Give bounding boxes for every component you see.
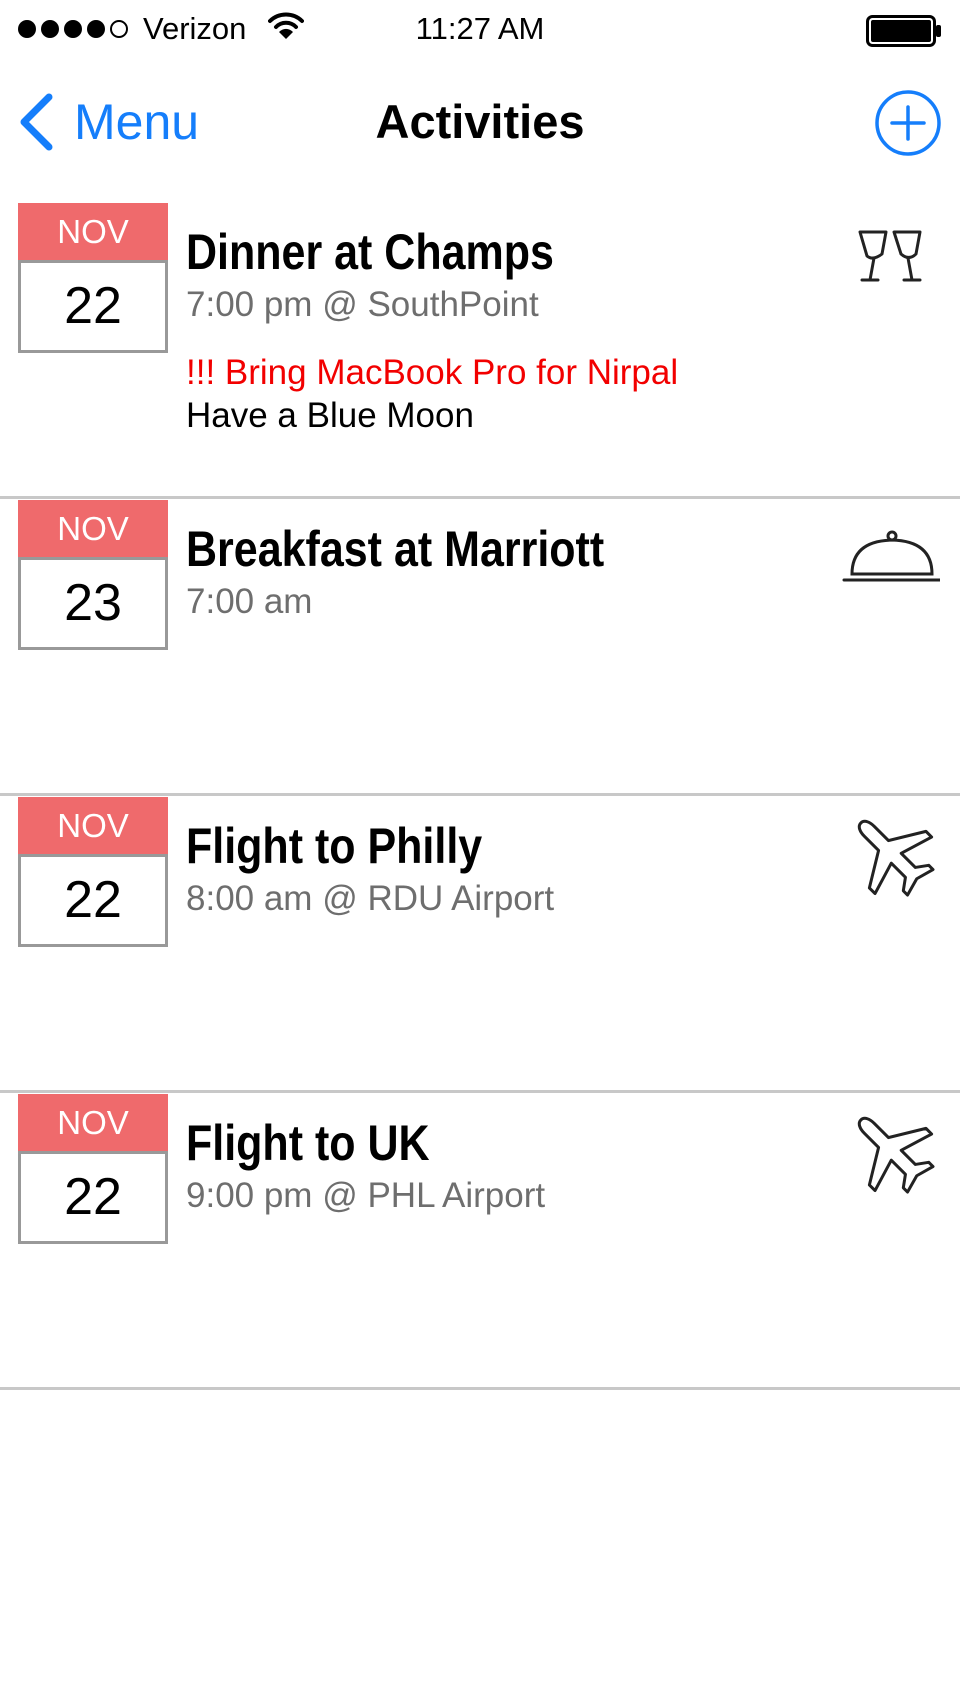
airplane-icon — [840, 1111, 940, 1201]
navigation-bar: Menu Activities — [0, 60, 960, 190]
date-day: 22 — [64, 1168, 122, 1226]
status-time: 11:27 AM — [415, 11, 545, 46]
food-cloche-icon — [840, 517, 940, 607]
plus-circle-icon — [874, 89, 942, 157]
activity-title: Breakfast at Marriott — [186, 521, 605, 577]
calendar-date-badge: NOV 23 — [18, 500, 168, 650]
activity-time: 7:00 am — [186, 582, 313, 621]
date-day: 22 — [64, 277, 122, 335]
activity-note: Have a Blue Moon — [186, 396, 474, 435]
date-month: NOV — [18, 203, 168, 260]
date-day: 22 — [64, 871, 122, 929]
add-activity-button[interactable] — [874, 89, 942, 157]
activity-title: Dinner at Champs — [186, 224, 554, 280]
activity-note-alert: !!! Bring MacBook Pro for Nirpal — [186, 353, 679, 392]
activity-row[interactable]: NOV 22 Flight to Philly 8:00 am @ RDU Ai… — [0, 796, 960, 1093]
battery-full-icon — [866, 15, 942, 52]
activity-row[interactable]: NOV 22 Dinner at Champs 7:00 pm @ SouthP… — [0, 202, 960, 499]
activity-list: NOV 22 Dinner at Champs 7:00 pm @ SouthP… — [0, 202, 960, 1390]
date-month: NOV — [18, 797, 168, 854]
airplane-icon — [840, 814, 940, 904]
date-month: NOV — [18, 1094, 168, 1151]
activity-time: 7:00 pm @ SouthPoint — [186, 285, 539, 324]
activity-row[interactable]: NOV 23 Breakfast at Marriott 7:00 am — [0, 499, 960, 796]
activity-title: Flight to UK — [186, 1115, 430, 1171]
wine-glasses-icon — [840, 220, 940, 310]
date-day: 23 — [64, 574, 122, 632]
activity-time: 8:00 am @ RDU Airport — [186, 879, 555, 918]
calendar-date-badge: NOV 22 — [18, 1094, 168, 1244]
activity-title: Flight to Philly — [186, 818, 483, 874]
calendar-date-badge: NOV 22 — [18, 203, 168, 353]
activity-row[interactable]: NOV 22 Flight to UK 9:00 pm @ PHL Airpor… — [0, 1093, 960, 1390]
page-title: Activities — [375, 95, 585, 148]
status-bar: Verizon 11:27 AM — [0, 0, 960, 60]
calendar-date-badge: NOV 22 — [18, 797, 168, 947]
activity-time: 9:00 pm @ PHL Airport — [186, 1176, 546, 1215]
date-month: NOV — [18, 500, 168, 557]
